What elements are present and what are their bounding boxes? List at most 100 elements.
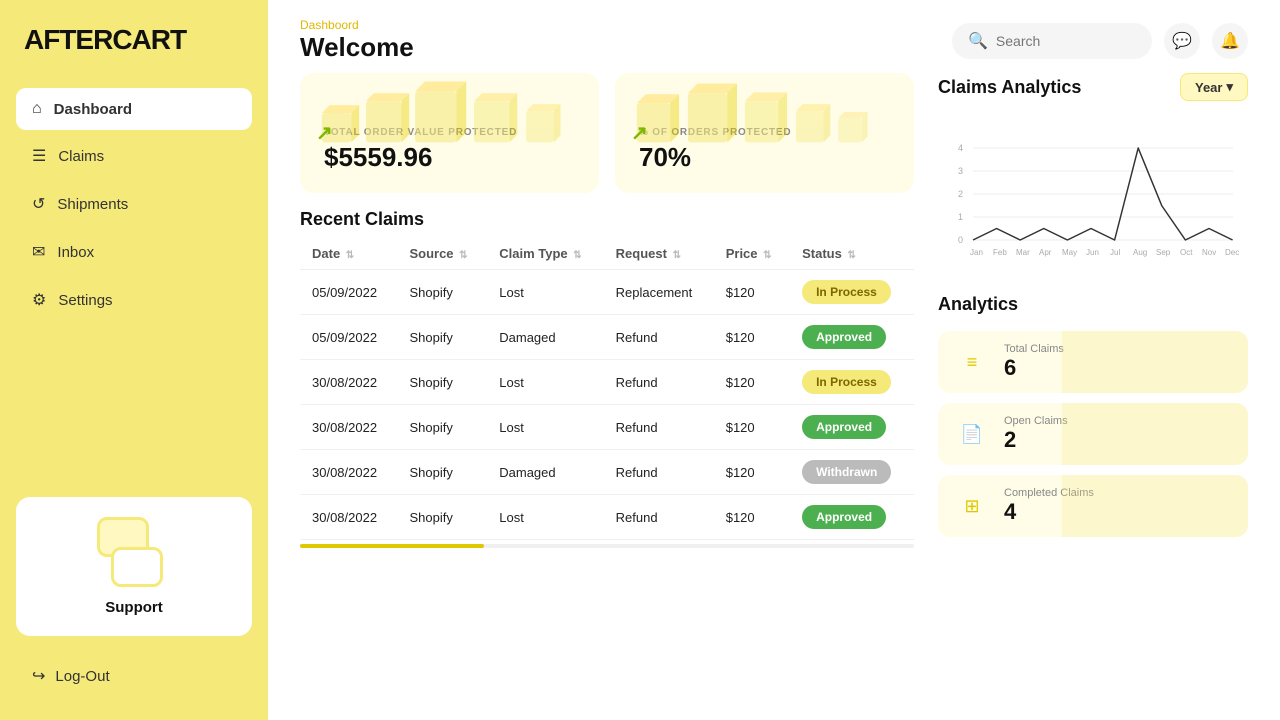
body-area: ↗ TOTAL ORDER VALUE PROTECTED $5559.96 bbox=[268, 73, 1280, 720]
status-badge: Approved bbox=[802, 505, 886, 529]
analytics-card-completed-claims: ⊞ Completed Claims 4 bbox=[938, 475, 1248, 537]
search-input[interactable] bbox=[996, 33, 1136, 49]
cell-price: $120 bbox=[714, 450, 790, 495]
claims-icon: ☰ bbox=[32, 146, 46, 166]
card-bg bbox=[1062, 475, 1248, 537]
analytics-card-value: 6 bbox=[1004, 355, 1064, 381]
analytics-card-value: 2 bbox=[1004, 427, 1068, 453]
year-label: Year bbox=[1195, 80, 1222, 95]
cell-source: Shopify bbox=[397, 360, 487, 405]
status-badge: Approved bbox=[802, 325, 886, 349]
cell-type: Lost bbox=[487, 405, 603, 450]
svg-text:0: 0 bbox=[958, 235, 963, 245]
chevron-down-icon: ▾ bbox=[1226, 79, 1233, 95]
stats-row: ↗ TOTAL ORDER VALUE PROTECTED $5559.96 bbox=[300, 73, 914, 193]
svg-text:3: 3 bbox=[958, 166, 963, 176]
svg-text:Oct: Oct bbox=[1180, 248, 1193, 257]
sidebar-item-inbox[interactable]: ✉Inbox bbox=[16, 230, 252, 274]
cell-date: 30/08/2022 bbox=[300, 450, 397, 495]
analytics-cards: ≡ Total Claims 6 📄 Open Claims 2 ⊞ Compl… bbox=[938, 331, 1248, 537]
status-badge: In Process bbox=[802, 370, 891, 394]
stat-arrow-2: ↗ bbox=[631, 121, 648, 146]
sort-icon[interactable]: ⇅ bbox=[459, 250, 467, 261]
notifications-icon-button[interactable]: 🔔 bbox=[1212, 23, 1248, 59]
cell-request: Refund bbox=[604, 315, 714, 360]
col-header-request: Request ⇅ bbox=[604, 238, 714, 270]
svg-text:Sep: Sep bbox=[1156, 248, 1171, 257]
cell-status: Approved bbox=[790, 315, 914, 360]
svg-text:Dec: Dec bbox=[1225, 248, 1239, 257]
sort-icon[interactable]: ⇅ bbox=[673, 250, 681, 261]
cell-source: Shopify bbox=[397, 450, 487, 495]
table-row: 05/09/2022 Shopify Lost Replacement $120… bbox=[300, 270, 914, 315]
breadcrumb: Dashboord bbox=[300, 18, 414, 32]
analytics-card-total-claims: ≡ Total Claims 6 bbox=[938, 331, 1248, 393]
table-row: 30/08/2022 Shopify Lost Refund $120 In P… bbox=[300, 360, 914, 405]
chat-bubble-front bbox=[111, 547, 163, 587]
cell-status: Approved bbox=[790, 405, 914, 450]
cell-price: $120 bbox=[714, 405, 790, 450]
cell-request: Refund bbox=[604, 495, 714, 540]
scrollbar-thumb bbox=[300, 544, 484, 548]
cell-status: Approved bbox=[790, 495, 914, 540]
logo: AFTERCART bbox=[16, 24, 252, 56]
cell-request: Refund bbox=[604, 360, 714, 405]
cell-type: Damaged bbox=[487, 450, 603, 495]
sidebar-item-claims[interactable]: ☰Claims bbox=[16, 134, 252, 178]
sidebar-item-dashboard[interactable]: ⌂ Dashboard bbox=[16, 88, 252, 130]
cell-source: Shopify bbox=[397, 495, 487, 540]
sort-icon[interactable]: ⇅ bbox=[346, 250, 354, 261]
analytics-card-text-0: Total Claims 6 bbox=[1004, 343, 1064, 381]
cell-source: Shopify bbox=[397, 405, 487, 450]
cell-price: $120 bbox=[714, 270, 790, 315]
sidebar-item-shipments[interactable]: ↺Shipments bbox=[16, 182, 252, 226]
analytics-card-icon-2: ⊞ bbox=[954, 488, 990, 524]
search-box[interactable]: 🔍 bbox=[952, 23, 1152, 59]
sort-icon[interactable]: ⇅ bbox=[847, 250, 855, 261]
cell-status: In Process bbox=[790, 360, 914, 405]
svg-text:Jul: Jul bbox=[1110, 248, 1120, 257]
support-box: Support bbox=[16, 497, 252, 636]
svg-text:Jun: Jun bbox=[1086, 248, 1099, 257]
svg-text:2: 2 bbox=[958, 189, 963, 199]
boxes-visual-2 bbox=[615, 73, 914, 148]
analytics-section-title: Analytics bbox=[938, 294, 1248, 315]
analytics-card-icon-1: 📄 bbox=[954, 416, 990, 452]
cell-price: $120 bbox=[714, 495, 790, 540]
inbox-icon: ✉ bbox=[32, 242, 45, 262]
analytics-card-label: Total Claims bbox=[1004, 343, 1064, 355]
table-row: 05/09/2022 Shopify Damaged Refund $120 A… bbox=[300, 315, 914, 360]
boxes-visual-1 bbox=[300, 73, 599, 148]
page-title: Welcome bbox=[300, 32, 414, 63]
cell-source: Shopify bbox=[397, 315, 487, 360]
dashboard-icon: ⌂ bbox=[32, 100, 42, 118]
svg-text:1: 1 bbox=[958, 212, 963, 222]
messages-icon-button[interactable]: 💬 bbox=[1164, 23, 1200, 59]
svg-text:Jan: Jan bbox=[970, 248, 983, 257]
table-row: 30/08/2022 Shopify Lost Refund $120 Appr… bbox=[300, 495, 914, 540]
cell-type: Lost bbox=[487, 270, 603, 315]
header: Dashboord Welcome 🔍 💬 🔔 bbox=[268, 0, 1280, 73]
cell-source: Shopify bbox=[397, 270, 487, 315]
boxes-svg-2 bbox=[627, 73, 902, 148]
col-header-claim-type: Claim Type ⇅ bbox=[487, 238, 603, 270]
cell-date: 30/08/2022 bbox=[300, 495, 397, 540]
sidebar-label-dashboard: Dashboard bbox=[54, 101, 132, 118]
cell-type: Lost bbox=[487, 495, 603, 540]
cell-request: Replacement bbox=[604, 270, 714, 315]
analytics-card-icon-0: ≡ bbox=[954, 344, 990, 380]
year-filter-button[interactable]: Year ▾ bbox=[1180, 73, 1248, 101]
sort-icon[interactable]: ⇅ bbox=[763, 250, 771, 261]
sort-icon[interactable]: ⇅ bbox=[573, 250, 581, 261]
svg-text:Apr: Apr bbox=[1039, 248, 1052, 257]
cell-price: $120 bbox=[714, 315, 790, 360]
logout-icon: ↪ bbox=[32, 666, 45, 686]
left-column: ↗ TOTAL ORDER VALUE PROTECTED $5559.96 bbox=[300, 73, 914, 704]
cell-date: 30/08/2022 bbox=[300, 405, 397, 450]
logout-button[interactable]: ↪ Log-Out bbox=[16, 656, 252, 696]
sidebar-item-settings[interactable]: ⚙Settings bbox=[16, 278, 252, 322]
cell-type: Damaged bbox=[487, 315, 603, 360]
claims-table: Date ⇅Source ⇅Claim Type ⇅Request ⇅Price… bbox=[300, 238, 914, 540]
sidebar-label-settings: Settings bbox=[58, 292, 112, 309]
analytics-title: Claims Analytics bbox=[938, 77, 1081, 98]
